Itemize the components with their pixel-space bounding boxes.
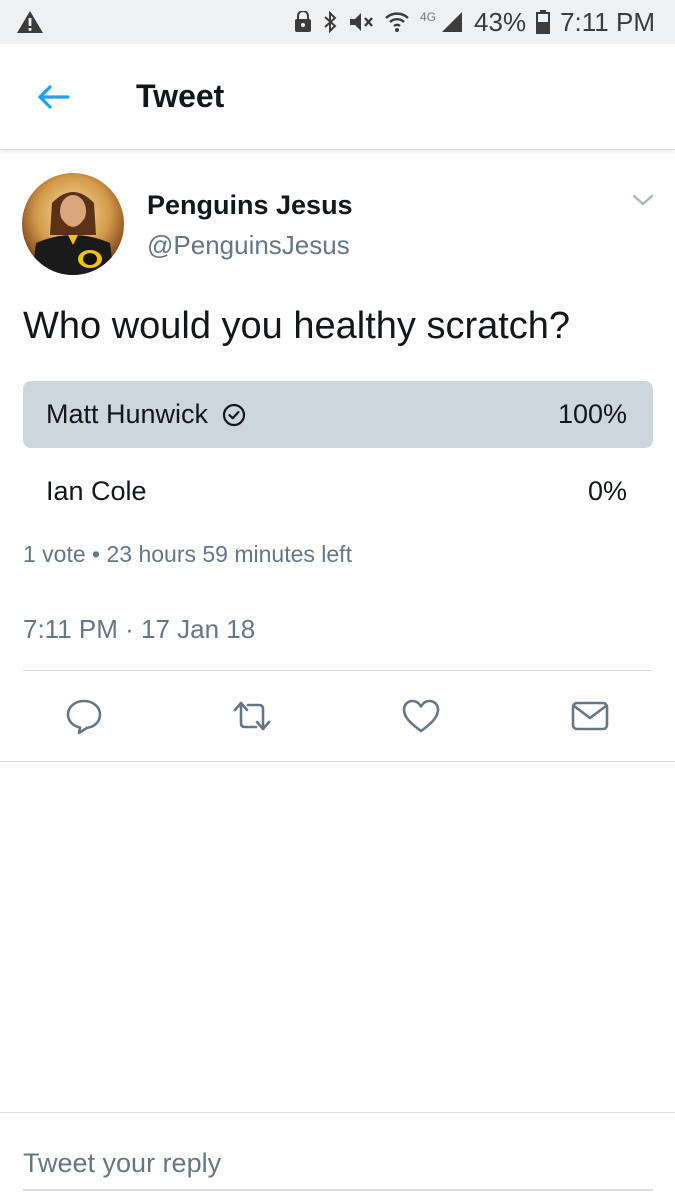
mute-icon bbox=[350, 13, 373, 31]
poll-option-label-row: Ian Cole bbox=[46, 476, 147, 507]
poll-option: Ian Cole 0% bbox=[23, 458, 653, 525]
more-options-button[interactable] bbox=[628, 188, 658, 212]
check-circle-icon bbox=[222, 403, 246, 426]
reply-bar bbox=[0, 1112, 675, 1200]
poll-option-percent: 0% bbox=[587, 476, 627, 506]
poll-option-label: Matt Hunwick bbox=[46, 399, 209, 429]
tweet-timestamp: 7:11 PM · 17 Jan 18 bbox=[23, 614, 256, 644]
status-time: 7:11 PM bbox=[560, 6, 655, 37]
poll-option-label: Ian Cole bbox=[46, 476, 147, 506]
mail-icon bbox=[571, 701, 609, 731]
divider bbox=[23, 670, 653, 671]
reply-icon bbox=[66, 699, 102, 735]
page-title: Tweet bbox=[136, 78, 225, 114]
author-name[interactable]: Penguins Jesus bbox=[147, 190, 353, 221]
wifi-icon bbox=[385, 12, 409, 32]
avatar[interactable] bbox=[22, 173, 124, 275]
status-bar: 4G 43% 7:11 PM bbox=[0, 0, 675, 44]
author-handle[interactable]: @PenguinsJesus bbox=[147, 230, 350, 261]
poll-option: Matt Hunwick 100% bbox=[23, 381, 653, 448]
chevron-down-icon bbox=[632, 194, 654, 206]
app-header: Tweet bbox=[0, 44, 675, 150]
poll-option-percent: 100% bbox=[557, 399, 627, 429]
avatar-image bbox=[22, 173, 124, 275]
poll-option-label-row: Matt Hunwick bbox=[46, 399, 246, 430]
status-right: 4G 43% 7:11 PM bbox=[294, 0, 655, 44]
arrow-left-icon bbox=[38, 85, 70, 109]
reply-button[interactable] bbox=[62, 694, 106, 738]
lock-icon bbox=[295, 11, 312, 32]
battery-icon bbox=[536, 10, 551, 34]
retweet-button[interactable] bbox=[230, 694, 274, 738]
poll-meta: 1 vote • 23 hours 59 minutes left bbox=[23, 541, 352, 567]
warning-icon bbox=[17, 11, 43, 33]
divider bbox=[0, 761, 675, 762]
direct-message-button[interactable] bbox=[568, 694, 612, 738]
tweet-text: Who would you healthy scratch? bbox=[23, 305, 571, 347]
like-button[interactable] bbox=[399, 694, 443, 738]
battery-percent: 43% bbox=[474, 6, 527, 37]
retweet-icon bbox=[233, 701, 271, 731]
network-type: 4G bbox=[420, 10, 437, 24]
bluetooth-icon bbox=[324, 10, 337, 34]
back-button[interactable] bbox=[30, 74, 76, 120]
signal-icon bbox=[442, 12, 463, 32]
reply-input[interactable] bbox=[23, 1137, 653, 1191]
heart-icon bbox=[402, 699, 440, 733]
